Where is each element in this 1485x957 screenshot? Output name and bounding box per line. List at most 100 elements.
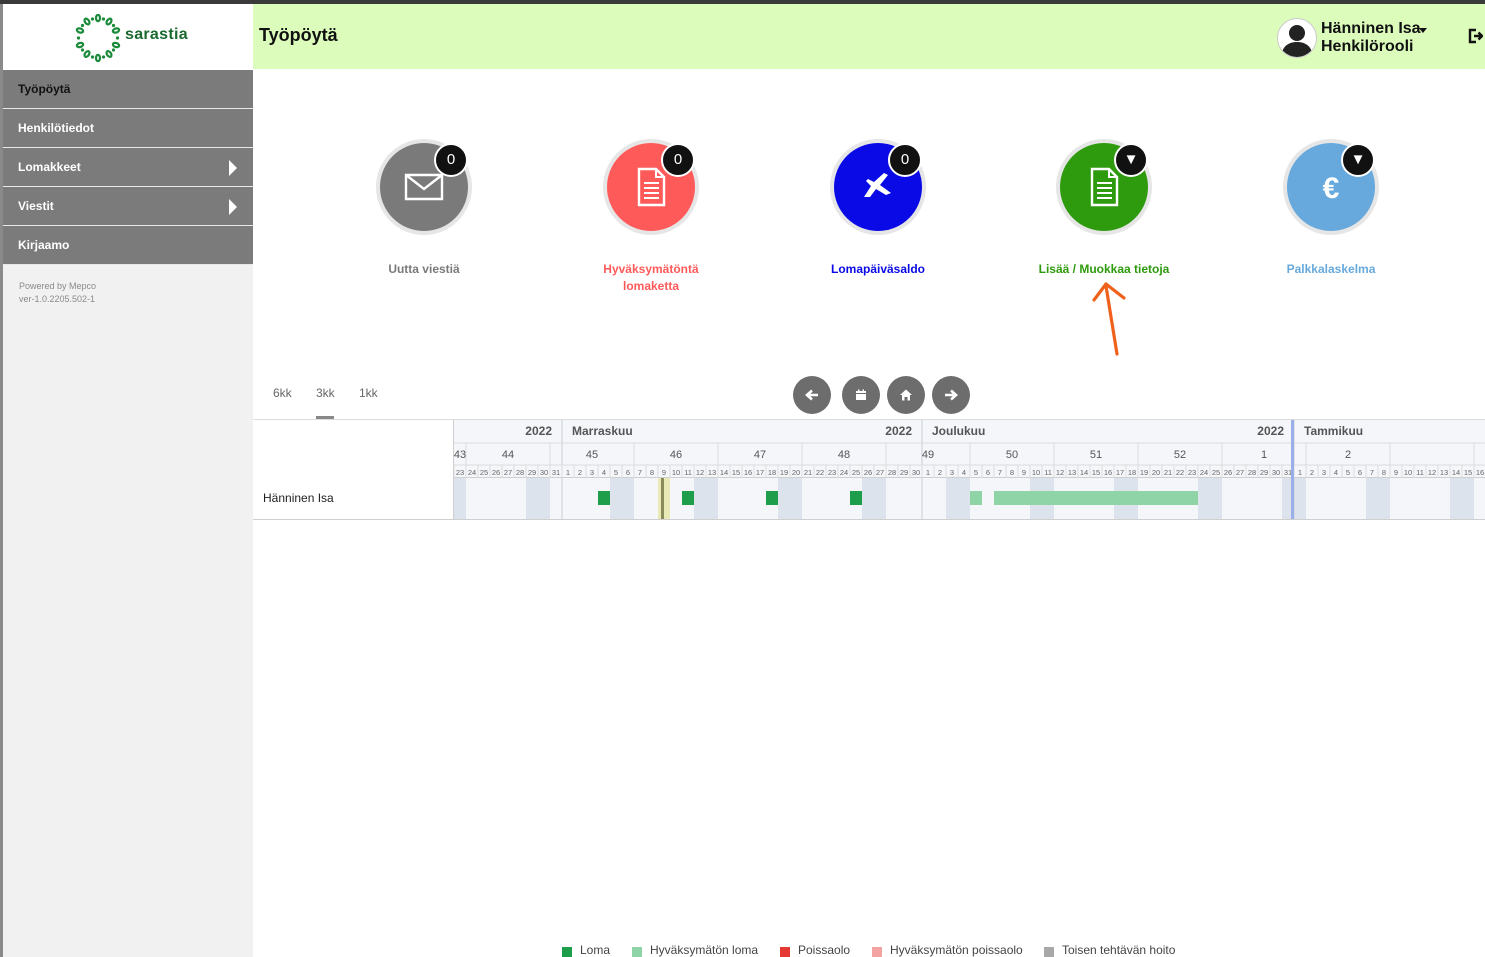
day-number: 21 (804, 468, 812, 477)
absence-bar[interactable] (598, 491, 610, 505)
avatar[interactable] (1277, 18, 1317, 58)
day-number: 29 (1260, 468, 1268, 477)
envelope-icon (404, 173, 444, 201)
previous-period-button[interactable] (793, 376, 831, 414)
sidebar-item-label: Viestit (18, 199, 54, 213)
weekend-shade (1198, 478, 1210, 519)
scale-tab-6kk[interactable]: 6kk (273, 386, 292, 400)
next-period-button[interactable] (932, 376, 970, 414)
day-number: 29 (900, 468, 908, 477)
tile-label[interactable]: Palkkalaskelma (1231, 261, 1431, 278)
absence-bar[interactable] (682, 491, 694, 505)
day-number: 16 (1476, 468, 1484, 477)
absence-bar[interactable] (850, 491, 862, 505)
document-icon (637, 167, 666, 207)
timeline-person-name[interactable]: Hänninen Isa (263, 491, 334, 505)
sidebar-item-2[interactable]: Henkilötiedot (3, 109, 253, 148)
legend-label: Hyväksymätön loma (650, 943, 759, 957)
logout-icon[interactable] (1467, 28, 1483, 44)
user-menu-name[interactable]: Hänninen Isa (1321, 20, 1421, 38)
day-number: 26 (1224, 468, 1232, 477)
week-number: 2 (1345, 449, 1351, 461)
month-label: Marraskuu (572, 424, 633, 438)
legend-label: Loma (580, 943, 611, 957)
sidebar-nav: Työpöytä Henkilötiedot Lomakkeet Viestit Kir… (3, 70, 253, 265)
day-number: 8 (1382, 468, 1386, 477)
tile-label[interactable]: Lomapäiväsaldo (778, 261, 978, 278)
timeline-grid[interactable]: 2022 Marraskuu 2022 Joulukuu 2022 Tammikuu 43 4… (454, 420, 1485, 519)
dashboard-tile-3[interactable]: 0 Lomapäiväsaldo (778, 139, 978, 319)
week-number: 43 (454, 449, 466, 461)
day-number: 30 (912, 468, 920, 477)
absence-bar[interactable] (766, 491, 778, 505)
day-number: 4 (1334, 468, 1338, 477)
timeline-chart[interactable]: 2022 Marraskuu 2022 Joulukuu 2022 Tammikuu43 4… (454, 420, 1485, 519)
day-number: 1 (566, 468, 570, 477)
day-number: 4 (602, 468, 606, 477)
day-number: 6 (626, 468, 630, 477)
day-number: 14 (720, 468, 728, 477)
user-role[interactable]: Henkilörooli (1321, 38, 1413, 56)
weekend-shade (538, 478, 550, 519)
week-number: 49 (922, 449, 934, 461)
legend-label: Hyväksymätön poissaolo (890, 943, 1023, 957)
month-year-label: 2022 (525, 424, 552, 438)
home-button[interactable] (887, 376, 925, 414)
weekend-shade (1462, 478, 1474, 519)
legend-swatch (562, 947, 572, 957)
sarastia-logo-icon (75, 14, 121, 62)
month-label: Joulukuu (932, 424, 985, 438)
dashboard-tile-5[interactable]: € ▼ Palkkalaskelma (1231, 139, 1431, 319)
day-number: 9 (1394, 468, 1398, 477)
scale-tab-3kk[interactable]: 3kk (316, 386, 335, 400)
chevron-down-icon[interactable] (1419, 28, 1427, 33)
tile-label[interactable]: Hyväksymätöntä lomaketta (551, 261, 751, 295)
legend-swatch (1044, 947, 1054, 957)
tile-label[interactable]: Uutta viestiä (324, 261, 524, 278)
day-number: 27 (1236, 468, 1244, 477)
sidebar: sarastia Työpöytä Henkilötiedot Lomakkeet V… (3, 4, 253, 957)
day-number: 2 (1310, 468, 1314, 477)
brand-logo[interactable]: sarastia (3, 4, 253, 70)
tile-badge: 0 (434, 143, 468, 177)
legend-swatch (632, 947, 642, 957)
absence-bar[interactable] (970, 491, 982, 505)
sidebar-item-label: Työpöytä (18, 82, 71, 96)
day-number: 28 (1248, 468, 1256, 477)
week-number: 44 (502, 449, 514, 461)
day-number: 31 (552, 468, 560, 477)
day-number: 11 (684, 468, 692, 477)
calendar-button[interactable] (842, 376, 880, 414)
powered-by: Powered by Mepco ver-1.0.2205.502-1 (19, 280, 96, 306)
week-number: 50 (1006, 449, 1018, 461)
day-number: 30 (1272, 468, 1280, 477)
sidebar-item-3[interactable]: Lomakkeet (3, 148, 253, 187)
arrow-right-icon (945, 389, 958, 401)
chevron-right-icon (229, 160, 237, 176)
weekend-shade (778, 478, 790, 519)
day-number: 22 (816, 468, 824, 477)
day-number: 13 (1440, 468, 1448, 477)
day-number: 19 (1140, 468, 1148, 477)
scale-tab-1kk[interactable]: 1kk (359, 386, 378, 400)
absence-bar[interactable] (994, 491, 1198, 505)
absence-timeline: Hänninen Isa 2022 Marraskuu 2022 Joulukuu 20… (253, 419, 1485, 520)
weekend-shade (790, 478, 802, 519)
day-number: 24 (468, 468, 476, 477)
day-number: 15 (732, 468, 740, 477)
sidebar-item-1[interactable]: Työpöytä (3, 70, 253, 109)
dashboard-tile-2[interactable]: 0 Hyväksymätöntä lomaketta (551, 139, 751, 319)
day-number: 15 (1464, 468, 1472, 477)
day-number: 16 (1104, 468, 1112, 477)
week-number: 51 (1090, 449, 1102, 461)
tile-label[interactable]: Lisää / Muokkaa tietoja (1004, 261, 1204, 278)
chevron-right-icon (229, 199, 237, 215)
day-number: 5 (1346, 468, 1350, 477)
day-number: 30 (540, 468, 548, 477)
sidebar-item-4[interactable]: Viestit (3, 187, 253, 226)
legend-label: Poissaolo (798, 943, 851, 957)
sidebar-item-5[interactable]: Kirjaamo (3, 226, 253, 265)
dashboard-tile-1[interactable]: 0 Uutta viestiä (324, 139, 524, 319)
weekend-shade (1450, 478, 1462, 519)
arrow-left-icon (805, 389, 818, 401)
